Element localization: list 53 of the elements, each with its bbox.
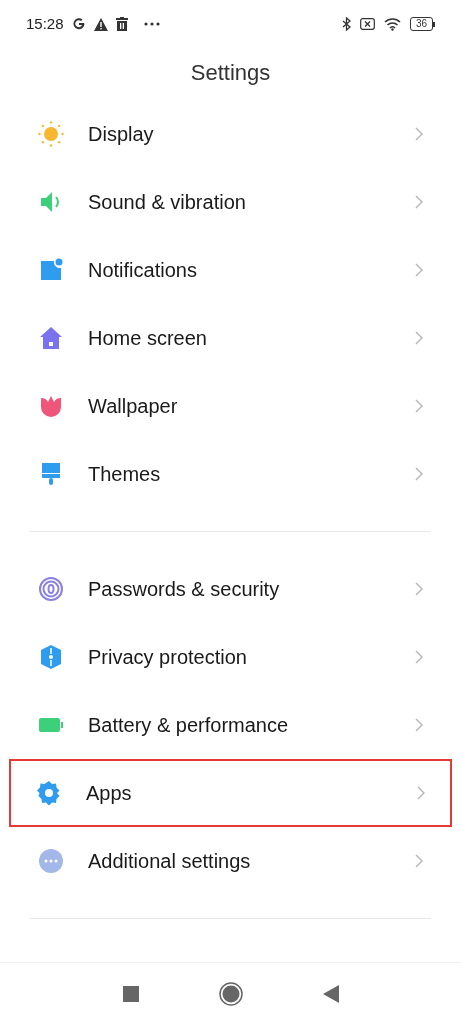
shield-icon — [38, 644, 64, 670]
settings-label: Display — [88, 122, 155, 147]
settings-label: Apps — [86, 781, 133, 806]
chevron-right-icon — [415, 718, 423, 732]
settings-label: Themes — [88, 462, 162, 487]
chevron-right-icon — [415, 331, 423, 345]
home-button[interactable] — [218, 981, 243, 1006]
google-g-icon — [71, 17, 86, 31]
settings-label: Sound & vibration — [88, 190, 247, 215]
house-icon — [38, 325, 64, 351]
settings-row[interactable]: Display — [9, 100, 452, 168]
settings-row[interactable]: Battery & performance — [9, 691, 452, 759]
settings-row[interactable]: Apps — [9, 759, 452, 827]
trash-icon — [115, 17, 128, 31]
settings-row[interactable]: Privacy protection — [9, 623, 452, 691]
chevron-right-icon — [415, 582, 423, 596]
wifi-icon — [383, 17, 401, 31]
recents-button[interactable] — [122, 985, 139, 1002]
settings-row[interactable]: Notifications — [9, 236, 452, 304]
page-title: Settings — [190, 58, 271, 87]
more-icon — [38, 848, 64, 874]
battery-indicator: 36 — [409, 17, 435, 31]
settings-label: Additional settings — [88, 849, 252, 874]
more-icon — [143, 22, 160, 26]
notification-icon — [38, 257, 64, 283]
bluetooth-icon — [341, 17, 351, 31]
clock: 15:28 — [26, 13, 64, 34]
chevron-right-icon — [415, 263, 423, 277]
warning-icon — [93, 17, 108, 31]
settings-label: Passwords & security — [88, 577, 281, 602]
settings-label: Notifications — [88, 258, 198, 283]
settings-row[interactable]: Themes — [9, 440, 452, 508]
gear-icon — [36, 780, 62, 806]
chevron-right-icon — [415, 467, 423, 481]
no-sim-icon — [359, 18, 375, 30]
settings-row[interactable]: Home screen — [9, 304, 452, 372]
chevron-right-icon — [415, 399, 423, 413]
chevron-right-icon — [415, 127, 423, 141]
chevron-right-icon — [415, 195, 423, 209]
settings-row[interactable]: Wallpaper — [9, 372, 452, 440]
chevron-right-icon — [415, 650, 423, 664]
chevron-right-icon — [415, 854, 423, 868]
chevron-right-icon — [417, 786, 425, 800]
settings-label: Home screen — [88, 326, 208, 351]
settings-label: Battery & performance — [88, 713, 290, 738]
sun-icon — [38, 121, 64, 147]
settings-row[interactable]: Sound & vibration — [9, 168, 452, 236]
back-button[interactable] — [322, 984, 339, 1003]
settings-label: Wallpaper — [88, 394, 179, 419]
settings-row[interactable]: Passwords & security — [9, 555, 452, 623]
fingerprint-icon — [38, 576, 64, 602]
settings-label: Privacy protection — [88, 645, 248, 670]
settings-row[interactable]: Additional settings — [9, 827, 452, 895]
